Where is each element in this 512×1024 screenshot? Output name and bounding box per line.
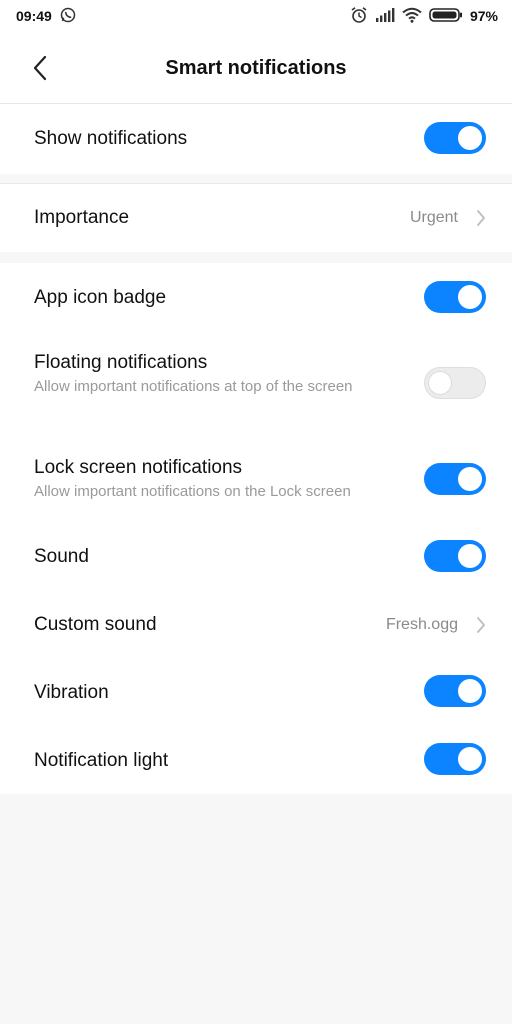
row-text: App icon badge: [34, 286, 412, 310]
floating-notifications-toggle[interactable]: [424, 367, 486, 399]
row-label: Custom sound: [34, 614, 157, 635]
row-text: Show notifications: [34, 127, 412, 151]
chevron-left-icon: [33, 55, 47, 81]
toggle-knob: [458, 679, 482, 703]
toggle-knob: [458, 747, 482, 771]
row-label: Vibration: [34, 682, 109, 703]
status-bar: 09:49 97%: [0, 0, 512, 32]
row-text: Importance: [34, 206, 412, 230]
chevron-right-icon: [477, 210, 485, 226]
importance-value: Urgent: [409, 209, 458, 226]
app-icon-badge-toggle[interactable]: [424, 281, 486, 313]
toggle-knob: [458, 467, 482, 491]
vibration-toggle[interactable]: [424, 675, 486, 707]
toggle-knob: [458, 126, 482, 150]
toggle-knob: [458, 544, 482, 568]
row-text: Floating notifications Allow important n…: [34, 351, 362, 397]
notification-light-toggle[interactable]: [424, 743, 486, 775]
row-text: Custom sound: [34, 613, 412, 637]
row-label: Show notifications: [34, 128, 188, 149]
sound-toggle[interactable]: [424, 540, 486, 572]
row-show-notifications[interactable]: Show notifications: [0, 104, 512, 174]
row-vibration[interactable]: Vibration: [0, 661, 512, 729]
show-notifications-toggle[interactable]: [424, 122, 486, 154]
section-show-notifications: Show notifications: [0, 104, 512, 174]
row-floating-notifications[interactable]: Floating notifications Allow important n…: [0, 331, 512, 433]
status-time: 09:49: [16, 8, 52, 24]
back-button[interactable]: [22, 50, 58, 86]
row-label: Notification light: [34, 750, 169, 771]
chevron-right-icon: [477, 617, 485, 633]
row-text: Vibration: [34, 681, 412, 705]
lock-screen-notifications-toggle[interactable]: [424, 463, 486, 495]
row-text: Sound: [34, 545, 412, 569]
battery-icon: [429, 7, 463, 26]
status-right: 97%: [350, 6, 498, 27]
row-sound[interactable]: Sound: [0, 525, 512, 593]
row-app-icon-badge[interactable]: App icon badge: [0, 263, 512, 331]
toggle-knob: [458, 285, 482, 309]
wifi-icon: [402, 7, 422, 26]
battery-percent: 97%: [469, 8, 498, 24]
status-left: 09:49: [16, 7, 76, 26]
row-description: Allow important notifications at top of …: [34, 378, 353, 395]
toolbar: Smart notifications: [0, 32, 512, 104]
row-custom-sound[interactable]: Custom sound Fresh.ogg: [0, 593, 512, 661]
row-label: Lock screen notifications: [34, 457, 243, 478]
section-importance: Importance Urgent: [0, 183, 512, 252]
page-title: Smart notifications: [165, 57, 347, 79]
row-importance[interactable]: Importance Urgent: [0, 183, 512, 252]
toggle-knob: [428, 371, 452, 395]
row-label: Importance: [34, 207, 130, 228]
row-description: Allow important notifications on the Loc…: [34, 483, 351, 500]
row-label: App icon badge: [34, 287, 167, 308]
section-notification-options: App icon badge Floating notifications Al…: [0, 263, 512, 794]
signal-icon: [375, 7, 395, 26]
row-label: Sound: [34, 546, 89, 567]
whatsapp-icon: [60, 7, 76, 26]
row-text: Lock screen notifications Allow importan…: [34, 456, 412, 502]
alarm-icon: [350, 6, 368, 27]
row-text: Notification light: [34, 749, 412, 773]
row-notification-light[interactable]: Notification light: [0, 729, 512, 794]
row-lock-screen-notifications[interactable]: Lock screen notifications Allow importan…: [0, 433, 512, 525]
row-label: Floating notifications: [34, 352, 208, 373]
custom-sound-value: Fresh.ogg: [385, 616, 458, 633]
